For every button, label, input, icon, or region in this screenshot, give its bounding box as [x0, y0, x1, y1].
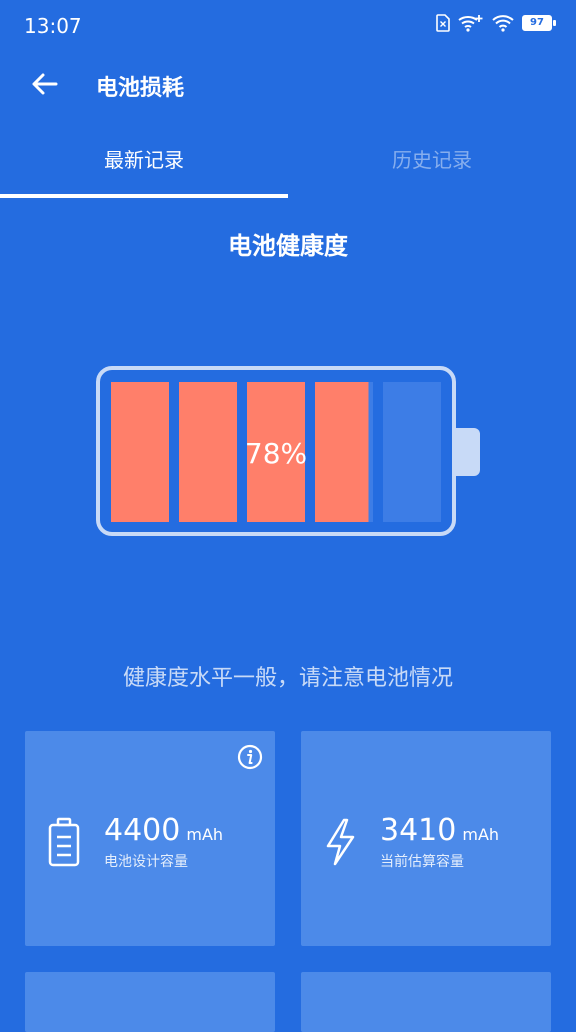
- app-bar: 电池损耗: [0, 52, 576, 116]
- value-number: 3410: [380, 813, 457, 848]
- info-card-4: [301, 972, 551, 1032]
- status-battery-icon: 97: [522, 15, 556, 31]
- status-icons: 97: [436, 14, 556, 32]
- tab-history-records[interactable]: 历史记录: [288, 128, 576, 198]
- tab-label: 历史记录: [392, 148, 472, 172]
- page-title: 电池损耗: [96, 76, 185, 101]
- info-card-3: [25, 972, 275, 1032]
- value-unit: mAh: [186, 825, 224, 844]
- value-unit: mAh: [462, 825, 500, 844]
- estimated-capacity-card: 3410 mAh 当前估算容量: [301, 731, 551, 946]
- design-capacity-value: 4400 mAh: [104, 813, 223, 848]
- status-time: 13:07: [24, 14, 82, 38]
- tab-label: 最新记录: [104, 148, 184, 172]
- value-number: 4400: [104, 813, 181, 848]
- battery-health-title: 电池健康度: [228, 232, 348, 260]
- tab-bar: 最新记录 历史记录: [0, 128, 576, 198]
- battery-graphic: 78%: [96, 366, 456, 536]
- info-icon[interactable]: [237, 744, 263, 770]
- wifi-icon: [492, 15, 514, 32]
- arrow-left-icon: [32, 73, 58, 95]
- sim-card-icon: [436, 14, 450, 32]
- design-capacity-card: 4400 mAh 电池设计容量: [25, 731, 275, 946]
- estimated-capacity-value: 3410 mAh: [380, 813, 499, 848]
- status-bar: 13:07 97: [0, 0, 576, 52]
- estimated-capacity-label: 当前估算容量: [380, 854, 464, 870]
- battery-health-percent: 78%: [244, 437, 308, 470]
- tab-latest-records[interactable]: 最新记录: [0, 128, 288, 198]
- battery-outline-icon: [48, 817, 80, 867]
- lightning-icon: [326, 818, 355, 866]
- back-button[interactable]: [24, 66, 64, 102]
- design-capacity-label: 电池设计容量: [104, 854, 188, 870]
- battery-tip: [456, 428, 480, 476]
- tab-indicator: [0, 194, 288, 198]
- health-message: 健康度水平一般，请注意电池情况: [122, 666, 453, 691]
- wifi-plus-icon: [458, 15, 483, 32]
